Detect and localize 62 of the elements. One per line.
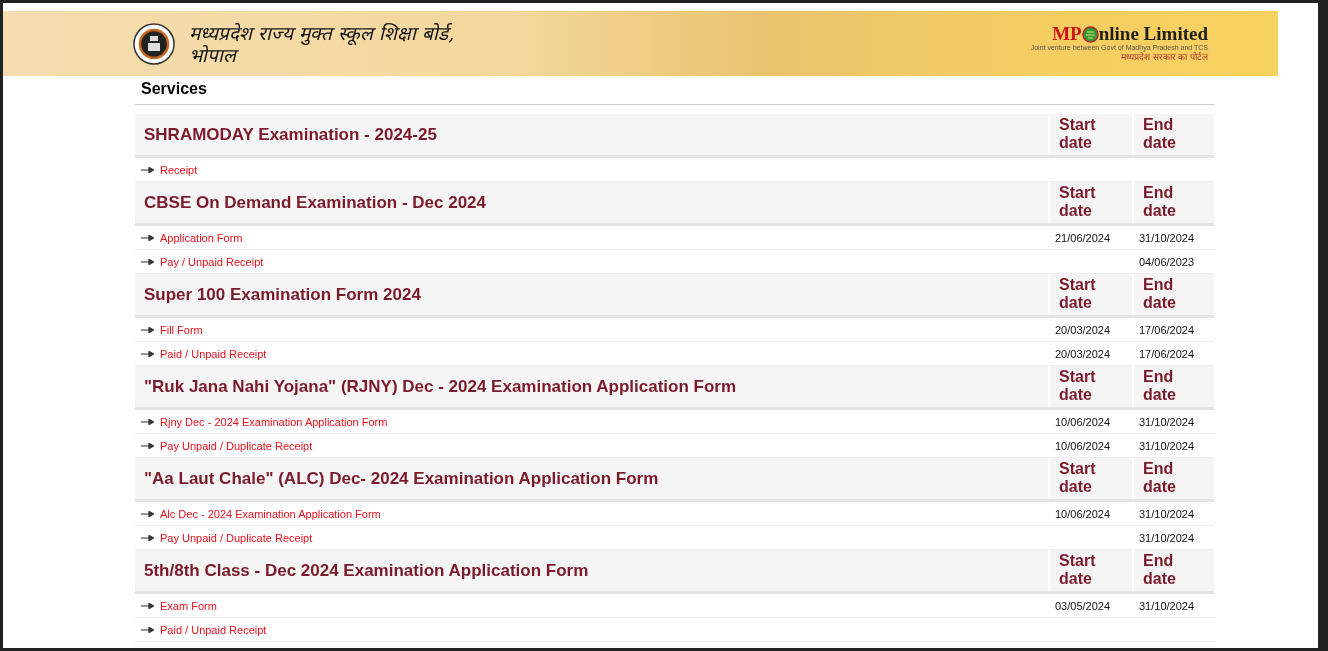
end-date: 31/10/2024 [1138,415,1196,428]
arrow-icon [141,442,154,449]
start-date: 10/06/2024 [1054,439,1112,452]
service-link[interactable]: Receipt [160,163,198,176]
section-title: Super 100 Examination Form 2024 [135,274,1048,315]
arrow-icon [141,258,154,265]
start-date: 20/03/2024 [1054,323,1112,336]
start-date: 21/06/2024 [1054,231,1112,244]
service-link[interactable]: Rjny Dec - 2024 Examination Application Form [160,415,388,428]
partner-logo-text: MP nline Limited [1052,24,1208,44]
start-date: 03/05/2024 [1054,599,1112,612]
service-link[interactable]: Paid / Unpaid Receipt [160,623,267,636]
service-link[interactable]: Exam Form [160,599,217,612]
service-link[interactable]: Fill Form [160,323,203,336]
column-heading: End date [1134,114,1214,155]
column-heading: Start date [1050,274,1132,315]
end-date: 31/10/2024 [1138,507,1196,520]
end-date: 31/10/2024 [1138,439,1196,452]
service-link[interactable]: Paid / Unpaid Receipt [160,347,267,360]
column-heading: Start date [1050,458,1132,499]
arrow-icon [141,418,154,425]
arrow-icon [141,350,154,357]
section-title: CBSE On Demand Examination - Dec 2024 [135,182,1048,223]
arrow-icon [141,510,154,517]
column-heading: Start date [1050,366,1132,407]
arrow-icon [141,326,154,333]
section-title: SHRAMODAY Examination - 2024-25 [135,114,1048,155]
column-heading: Start date [1050,182,1132,223]
board-name: मध्यप्रदेश राज्य मुक्त स्कूल शिक्षा बोर्ड, भोपाल [189,21,456,66]
arrow-icon [141,166,154,173]
end-date: 31/10/2024 [1138,599,1196,612]
column-heading: End date [1134,366,1214,407]
start-date: 20/03/2024 [1054,347,1112,360]
section-title: "Aa Laut Chale" (ALC) Dec- 2024 Examination Application Form [135,458,1048,499]
seal-logo-icon [133,22,175,65]
arrow-icon [141,602,154,609]
column-heading: End date [1134,550,1214,591]
end-date: 31/10/2024 [1138,531,1196,544]
column-heading: Start date [1050,114,1132,155]
service-link[interactable]: Pay / Unpaid Receipt [160,255,264,268]
section-title: "Ruk Jana Nahi Yojana" (RJNY) Dec - 2024 Examination Application Form [135,366,1048,407]
arrow-icon [141,234,154,241]
end-date: 04/06/2023 [1138,255,1196,268]
arrow-icon [141,626,154,633]
globe-logo-icon [1081,25,1099,43]
section-title: 5th/8th Class - Dec 2024 Examination Application Form [135,550,1048,591]
column-heading: End date [1134,458,1214,499]
end-date: 17/06/2024 [1138,323,1196,336]
end-date: 17/06/2024 [1138,347,1196,360]
start-date: 10/06/2024 [1054,415,1112,428]
arrow-icon [141,534,154,541]
service-link[interactable]: Alc Dec - 2024 Examination Application Form [160,507,381,520]
logo-tagline: मध्यप्रदेश सरकार का पोर्टल [1121,52,1208,63]
end-date: 31/10/2024 [1138,231,1196,244]
page-title: Services [135,76,1214,105]
service-link[interactable]: Application Form [160,231,243,244]
start-date: 10/06/2024 [1054,507,1112,520]
column-heading: Start date [1050,550,1132,591]
column-heading: End date [1134,182,1214,223]
service-link[interactable]: Pay Unpaid / Duplicate Receipt [160,439,313,452]
service-link[interactable]: Pay Unpaid / Duplicate Receipt [160,531,313,544]
column-heading: End date [1134,274,1214,315]
